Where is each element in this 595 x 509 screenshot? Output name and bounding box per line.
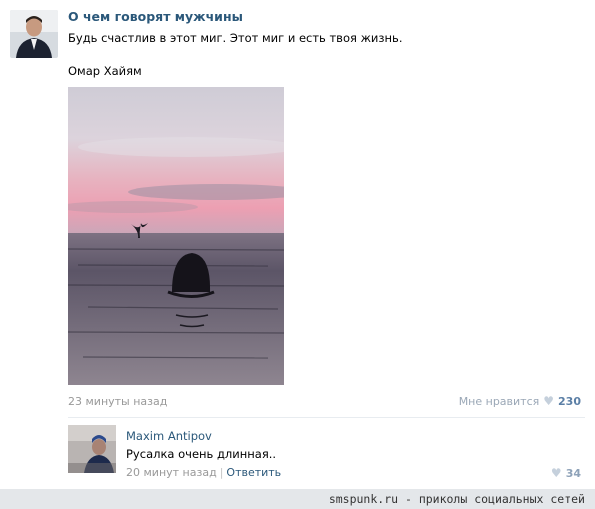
post-time[interactable]: 23 минуты назад [68, 395, 167, 408]
sea-sunset-image [68, 87, 284, 385]
post-text: Будь счастлив в этот миг. Этот миг и ест… [68, 31, 403, 45]
comment-like-count: 34 [565, 466, 581, 480]
post-like-button[interactable]: Мне нравится ♥ 230 [459, 394, 581, 408]
like-label: Мне нравится [458, 394, 540, 408]
comment-meta-separator: | [219, 466, 224, 479]
commenter-photo [68, 425, 116, 473]
watermark: smspunk.ru - приколы социальных сетей [0, 489, 595, 509]
comment-author-name[interactable]: Maxim Antipov [126, 429, 212, 443]
comment-divider [68, 417, 585, 418]
comment-author-avatar[interactable] [68, 425, 116, 473]
heart-icon: ♥ [543, 394, 555, 408]
post-author-avatar[interactable] [10, 10, 58, 58]
heart-icon: ♥ [550, 466, 562, 480]
comment-time[interactable]: 20 минут назад [126, 466, 217, 479]
reply-link[interactable]: Ответить [226, 466, 281, 479]
post-photo[interactable] [68, 87, 284, 385]
post-author-name[interactable]: О чем говорят мужчины [68, 9, 243, 24]
comment-meta: 20 минут назад | Ответить [126, 466, 281, 479]
author-photo [10, 10, 58, 58]
post-signature: Омар Хайям [68, 64, 142, 78]
comment-like-button[interactable]: ♥ 34 [551, 466, 581, 480]
comment-text: Русалка очень длинная.. [126, 447, 277, 461]
like-count: 230 [558, 394, 581, 408]
